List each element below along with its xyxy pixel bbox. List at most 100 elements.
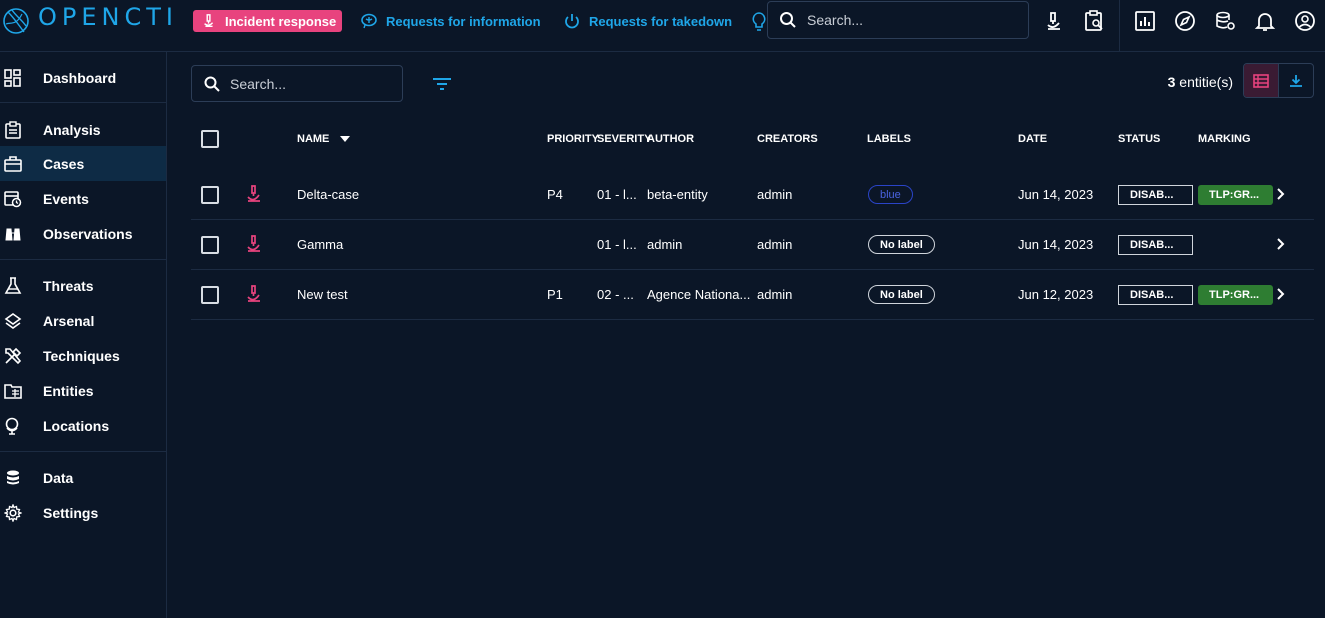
sidebar-item-dashboard[interactable]: Dashboard [0, 60, 166, 95]
sidebar-item-cases[interactable]: Cases [0, 146, 166, 181]
label-chip: No label [868, 285, 935, 304]
cell-name: Gamma [297, 237, 344, 252]
topnav-label: Requests for takedown [589, 13, 733, 29]
download-icon [1289, 74, 1302, 87]
layers-icon [4, 312, 22, 329]
cases-table: NAME PRIORITY SEVERITY AUTHOR CREATORS L… [191, 120, 1314, 320]
sidebar-item-locations[interactable]: Locations [0, 408, 166, 443]
sidebar-item-events[interactable]: Events [0, 181, 166, 216]
sidebar-item-techniques[interactable]: Techniques [0, 338, 166, 373]
account-icon[interactable] [1294, 10, 1316, 32]
binoculars-icon [5, 228, 21, 240]
sidebar-item-observations[interactable]: Observations [0, 216, 166, 251]
brain-icon [361, 13, 377, 29]
export-button[interactable] [1279, 64, 1314, 97]
sidebar-item-label: Threats [43, 277, 94, 294]
sidebar: Dashboard Analysis Cases Events Observat… [0, 52, 167, 618]
table-row[interactable]: Gamma 01 - l... admin admin No label Jun… [191, 220, 1314, 270]
sidebar-item-label: Techniques [43, 347, 120, 364]
row-checkbox[interactable] [201, 186, 219, 204]
cell-creators: admin [757, 237, 793, 252]
sidebar-divider [0, 102, 166, 103]
column-creators[interactable]: CREATORS [757, 133, 818, 145]
column-name-label: NAME [297, 133, 330, 145]
sidebar-item-label: Analysis [43, 121, 101, 138]
cell-severity: 02 - ... [597, 287, 634, 302]
top-bar: OPENCTI Incident response Requests for i… [0, 0, 1325, 52]
microscope-icon[interactable] [1043, 10, 1065, 32]
label-chip: blue [868, 185, 913, 204]
global-search[interactable] [767, 1, 1029, 39]
chevron-right-icon[interactable] [1274, 237, 1288, 251]
sidebar-item-label: Locations [43, 417, 110, 434]
dashboard-chart-icon[interactable] [1134, 10, 1156, 32]
sidebar-item-threats[interactable]: Threats [0, 268, 166, 303]
chevron-right-icon[interactable] [1274, 187, 1288, 201]
select-all-checkbox[interactable] [201, 130, 219, 148]
column-date[interactable]: DATE [1018, 133, 1047, 145]
microscope-icon [247, 185, 260, 202]
sidebar-divider [0, 259, 166, 260]
sidebar-item-label: Entities [43, 382, 94, 399]
list-search[interactable] [191, 65, 403, 102]
row-checkbox[interactable] [201, 286, 219, 304]
sidebar-item-label: Data [43, 469, 74, 486]
list-view-button[interactable] [1244, 64, 1279, 97]
topnav-incident-response[interactable]: Incident response [193, 10, 343, 32]
table-row[interactable]: New test P1 02 - ... Agence Nationa... a… [191, 270, 1314, 320]
search-icon [204, 76, 220, 92]
bell-icon[interactable] [1254, 10, 1276, 32]
column-severity[interactable]: SEVERITY [597, 133, 651, 145]
clipboard-icon [5, 120, 21, 139]
sidebar-item-data[interactable]: Data [0, 460, 166, 495]
column-name[interactable]: NAME [297, 133, 351, 145]
marking-badge: TLP:GR... [1198, 185, 1273, 205]
status-badge: DISAB... [1118, 235, 1193, 255]
global-search-input[interactable] [807, 12, 1007, 28]
microscope-icon [204, 14, 214, 28]
cell-author: beta-entity [647, 187, 708, 202]
sidebar-item-settings[interactable]: Settings [0, 495, 166, 530]
logo[interactable]: OPENCTI [0, 0, 173, 52]
cell-date: Jun 12, 2023 [1018, 287, 1094, 302]
sidebar-item-label: Observations [43, 225, 133, 242]
logo-text: OPENCTI [38, 3, 178, 31]
topnav-requests-for-takedown[interactable]: Requests for takedown [563, 10, 732, 32]
list-search-input[interactable] [230, 75, 400, 92]
topnav-requests-for-information[interactable]: Requests for information [360, 10, 541, 32]
database-settings-icon[interactable] [1214, 10, 1236, 32]
calendar-clock-icon [4, 190, 22, 207]
clipboard-search-icon[interactable] [1083, 10, 1105, 32]
column-marking[interactable]: MARKING [1198, 133, 1251, 145]
column-priority[interactable]: PRIORITY [547, 133, 599, 145]
table-header: NAME PRIORITY SEVERITY AUTHOR CREATORS L… [191, 120, 1314, 170]
table-row[interactable]: Delta-case P4 01 - l... beta-entity admi… [191, 170, 1314, 220]
folder-table-icon [4, 383, 22, 399]
tools-icon [5, 347, 22, 364]
row-checkbox[interactable] [201, 236, 219, 254]
database-icon [7, 470, 19, 484]
sidebar-item-arsenal[interactable]: Arsenal [0, 303, 166, 338]
cell-name: New test [297, 287, 348, 302]
sidebar-item-label: Cases [43, 155, 85, 172]
compass-icon[interactable] [1174, 10, 1196, 32]
globe-icon [5, 417, 19, 435]
sidebar-item-label: Dashboard [43, 69, 117, 86]
column-author[interactable]: AUTHOR [647, 133, 694, 145]
sidebar-item-analysis[interactable]: Analysis [0, 112, 166, 147]
marking-badge: TLP:GR... [1198, 285, 1273, 305]
sidebar-item-entities[interactable]: Entities [0, 373, 166, 408]
entity-count-suffix: entitie(s) [1175, 74, 1233, 90]
label-chip: No label [868, 235, 935, 254]
column-status[interactable]: STATUS [1118, 133, 1160, 145]
flask-icon [4, 276, 22, 294]
microscope-icon [247, 285, 260, 302]
lightbulb-icon[interactable] [752, 12, 766, 32]
chevron-right-icon[interactable] [1274, 287, 1288, 301]
status-badge: DISAB... [1118, 185, 1193, 205]
status-badge: DISAB... [1118, 285, 1193, 305]
gear-icon [4, 503, 22, 522]
column-labels[interactable]: LABELS [867, 133, 911, 145]
filter-icon[interactable] [431, 74, 453, 94]
cell-creators: admin [757, 287, 793, 302]
